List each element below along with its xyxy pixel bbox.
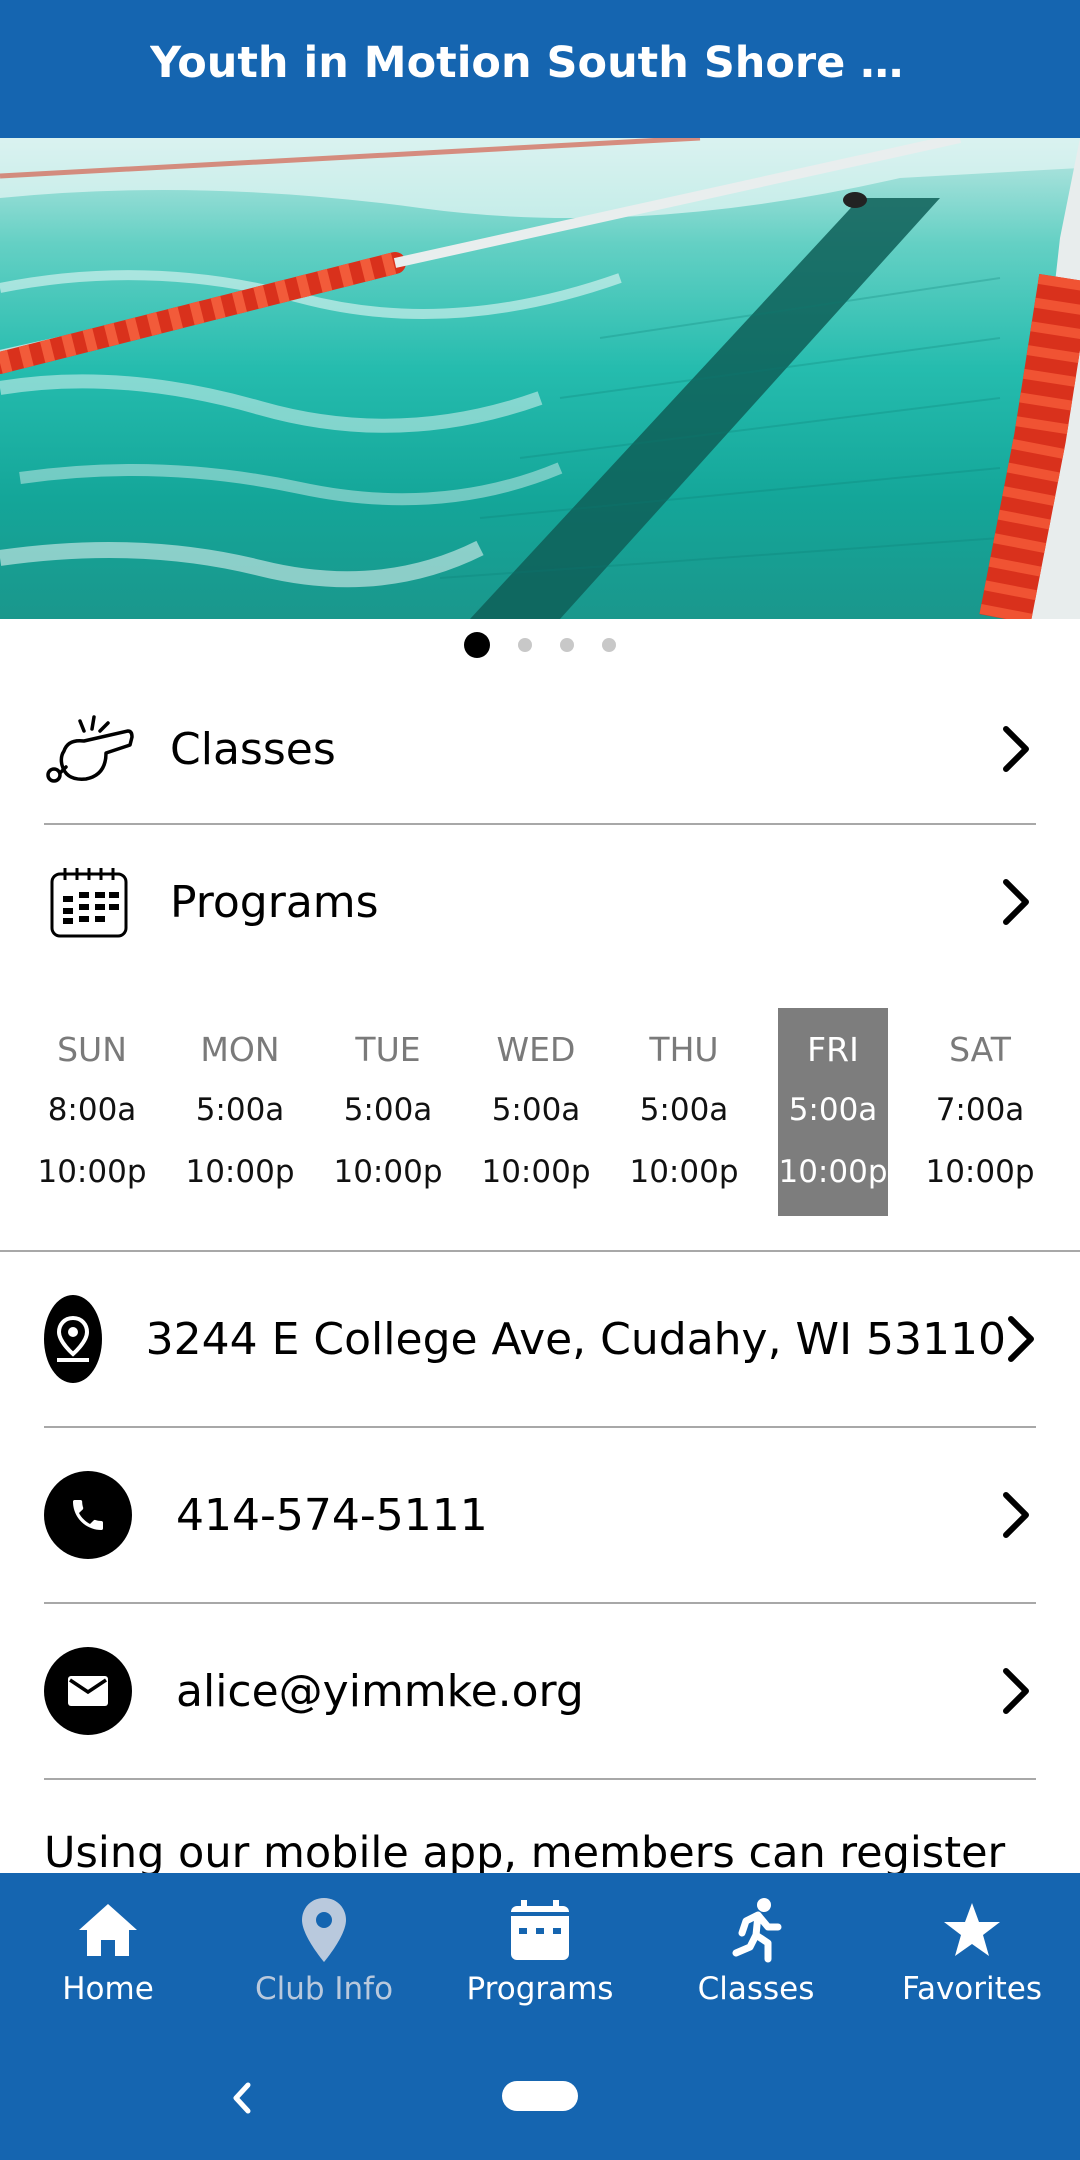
nav-programs[interactable]: Programs: [432, 1873, 648, 2037]
hours-day-tue: TUE 5:00a 10:00p: [333, 1008, 443, 1216]
day-name: THU: [649, 1030, 719, 1069]
day-name: SAT: [949, 1030, 1011, 1069]
day-name: WED: [496, 1030, 576, 1069]
app-bar: Youth in Motion South Shore C…: [0, 0, 1080, 138]
location-pin-icon: [44, 1295, 102, 1383]
calendar-grid-icon: [44, 857, 134, 947]
open-time: 5:00a: [491, 1092, 581, 1128]
chevron-right-icon: [996, 872, 1036, 932]
day-name: MON: [200, 1030, 280, 1069]
phone-text: 414-574-5111: [176, 1489, 488, 1541]
close-time: 10:00p: [185, 1154, 295, 1190]
nav-home[interactable]: Home: [0, 1873, 216, 2037]
chevron-right-icon: [996, 719, 1036, 779]
calendar-icon: [505, 1895, 575, 1965]
back-chevron-icon[interactable]: [222, 2073, 262, 2123]
home-gesture-pill[interactable]: [502, 2081, 578, 2111]
open-time: 5:00a: [195, 1092, 285, 1128]
hours-day-mon: MON 5:00a 10:00p: [185, 1008, 295, 1216]
chevron-right-icon: [1006, 1309, 1036, 1369]
chevron-right-icon: [996, 1661, 1036, 1721]
hero-image-pool[interactable]: [0, 138, 1080, 619]
open-time: 7:00a: [935, 1092, 1025, 1128]
nav-label-home: Home: [62, 1971, 154, 2007]
nav-label-favorites: Favorites: [901, 1971, 1043, 2007]
address-row[interactable]: 3244 E College Ave, Cudahy, WI 53110: [44, 1252, 1036, 1428]
close-time: 10:00p: [481, 1154, 591, 1190]
envelope-icon: [44, 1647, 132, 1735]
location-pin-icon: [289, 1895, 359, 1965]
hours-day-sat: SAT 7:00a 10:00p: [925, 1008, 1035, 1216]
chevron-right-icon: [996, 1485, 1036, 1545]
hours-day-wed: WED 5:00a 10:00p: [481, 1008, 591, 1216]
close-time: 10:00p: [37, 1154, 147, 1190]
bottom-navigation: Home Club Info Programs Classes Favorite…: [0, 1873, 1080, 2037]
hours-day-fri-today: FRI 5:00a 10:00p: [778, 1008, 888, 1216]
phone-row[interactable]: 414-574-5111: [44, 1428, 1036, 1604]
page-title: Youth in Motion South Shore C…: [150, 38, 930, 88]
open-time: 8:00a: [47, 1092, 137, 1128]
pool-illustration: [0, 138, 1080, 619]
email-row[interactable]: alice@yimmke.org: [44, 1604, 1036, 1780]
email-text: alice@yimmke.org: [176, 1665, 584, 1717]
home-icon: [73, 1895, 143, 1965]
open-time: 5:00a: [788, 1092, 878, 1128]
hours-day-sun: SUN 8:00a 10:00p: [37, 1008, 147, 1216]
carousel-dot-2[interactable]: [518, 638, 532, 652]
hours-table: SUN 8:00a 10:00p MON 5:00a 10:00p TUE 5:…: [0, 1008, 1080, 1252]
menu-item-classes[interactable]: Classes: [44, 675, 1036, 825]
carousel-dot-4[interactable]: [602, 638, 616, 652]
day-name: SUN: [57, 1030, 127, 1069]
carousel-indicator[interactable]: [0, 632, 1080, 658]
carousel-dot-3[interactable]: [560, 638, 574, 652]
star-icon: [937, 1895, 1007, 1965]
about-text: Using our mobile app, members can regist…: [44, 1828, 1006, 1878]
menu-item-programs[interactable]: Programs: [44, 827, 1036, 977]
running-person-icon: [721, 1895, 791, 1965]
nav-label-club-info: Club Info: [254, 1971, 394, 2007]
open-time: 5:00a: [639, 1092, 729, 1128]
open-time: 5:00a: [343, 1092, 433, 1128]
hours-day-thu: THU 5:00a 10:00p: [629, 1008, 739, 1216]
close-time: 10:00p: [333, 1154, 443, 1190]
menu-label-classes: Classes: [170, 723, 336, 775]
menu-label-programs: Programs: [170, 876, 379, 928]
phone-icon: [44, 1471, 132, 1559]
day-name: TUE: [355, 1030, 421, 1069]
close-time: 10:00p: [778, 1154, 888, 1190]
nav-classes[interactable]: Classes: [648, 1873, 864, 2037]
carousel-dot-1[interactable]: [464, 632, 490, 658]
nav-label-classes: Classes: [697, 1971, 815, 2007]
nav-favorites[interactable]: Favorites: [864, 1873, 1080, 2037]
close-time: 10:00p: [925, 1154, 1035, 1190]
nav-label-programs: Programs: [466, 1971, 614, 2007]
system-navigation-bar: [0, 2037, 1080, 2160]
day-name: FRI: [807, 1030, 859, 1069]
whistle-icon: [44, 704, 134, 794]
nav-club-info[interactable]: Club Info: [216, 1873, 432, 2037]
address-text: 3244 E College Ave, Cudahy, WI 53110: [145, 1313, 1006, 1365]
close-time: 10:00p: [629, 1154, 739, 1190]
